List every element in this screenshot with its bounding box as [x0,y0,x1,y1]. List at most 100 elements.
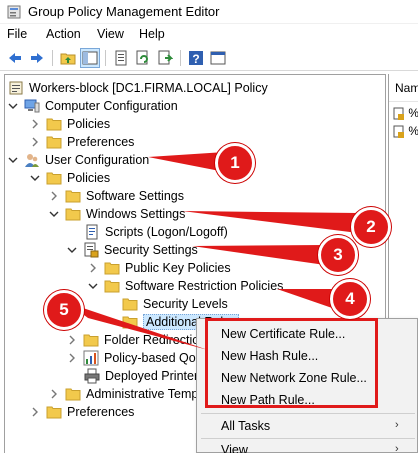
folder-icon [104,278,120,294]
tree-node-label: Workers-block [DC1.FIRMA.LOCAL] Policy [29,81,268,95]
menu-view[interactable]: View [97,27,124,41]
up-folder-icon[interactable] [58,48,78,68]
tree-node-user-configuration[interactable]: User Configuration [8,151,149,169]
tree-node-label: Deployed Printers [105,369,205,383]
folder-icon [46,404,62,420]
tree-node-label: Computer Configuration [45,99,178,113]
rule-icon [393,125,404,138]
tree-node-label: Public Key Policies [125,261,231,275]
tree-node-security-levels[interactable]: Security Levels [122,295,228,313]
script-icon [84,224,100,240]
tree-node-label: Security Levels [143,297,228,311]
tree-node-policy-root[interactable]: Workers-block [DC1.FIRMA.LOCAL] Policy [8,79,268,97]
chevron-down-icon[interactable] [67,245,77,255]
folder-icon [122,314,138,330]
folder-icon [46,170,62,186]
tree-node-label: Scripts (Logon/Logoff) [105,225,228,239]
gpo-scroll-icon [8,80,24,96]
tree-node-windows-settings[interactable]: Windows Settings [49,205,185,223]
forward-arrow-icon[interactable] [27,48,47,68]
rule-icon [393,107,404,120]
folder-icon [65,206,81,222]
list-item[interactable]: % [393,124,418,140]
toolbar-separator [180,50,181,66]
menu-file[interactable]: File [7,27,27,41]
chevron-right-icon: › [395,419,399,431]
folder-icon [83,332,99,348]
tree-node-label: Security Settings [104,243,198,257]
chevron-right-icon[interactable] [67,335,77,345]
tree-node-user-policies[interactable]: Policies [30,169,110,187]
tree-node-label: Folder Redirection [104,333,207,347]
menu-bar: File Action View Help [0,24,418,45]
help-icon[interactable]: ? [186,48,206,68]
tree-node-computer-configuration[interactable]: Computer Configuration [8,97,178,115]
console-icon[interactable] [208,48,228,68]
tree-node-label: Preferences [67,405,135,419]
properties-icon[interactable] [111,48,131,68]
tree-node-software-restriction-policies[interactable]: Software Restriction Policies [88,277,283,295]
tree-node-label: Policies [67,117,111,131]
tree-node-computer-policies[interactable]: Policies [30,115,110,133]
toolbar-separator [105,50,106,66]
chevron-right-icon: › [395,443,399,453]
chevron-right-icon[interactable] [88,263,98,273]
svg-text:?: ? [192,52,199,66]
chevron-down-icon[interactable] [8,101,18,111]
folder-icon [65,386,81,402]
back-arrow-icon[interactable] [5,48,25,68]
chevron-right-icon[interactable] [30,119,40,129]
tree-node-label: Preferences [67,135,135,149]
folder-icon [122,296,138,312]
export-list-icon[interactable] [155,48,175,68]
chevron-right-icon[interactable] [49,389,59,399]
title-bar: Group Policy Management Editor [0,0,418,24]
computer-icon [24,98,40,114]
callout-badge-5: 5 [44,290,84,330]
folder-icon [46,116,62,132]
refresh-icon[interactable] [133,48,153,68]
column-header-label: Nam [395,81,418,95]
menu-item-all-tasks[interactable]: All Tasks [221,419,270,433]
callout-badge-1: 1 [215,143,255,183]
chart-icon [83,350,99,366]
chevron-right-icon[interactable] [67,353,77,363]
chevron-down-icon[interactable] [88,281,98,291]
menu-action[interactable]: Action [46,27,81,41]
list-item-label: % [408,106,418,120]
chevron-down-icon[interactable] [49,209,59,219]
callout-badge-3: 3 [318,235,358,275]
show-hide-tree-icon[interactable] [80,48,100,68]
tree-node-folder-redirection[interactable]: Folder Redirection [67,331,206,349]
chevron-right-icon[interactable] [30,137,40,147]
chevron-right-icon[interactable] [49,191,59,201]
tree-node-deployed-printers[interactable]: Deployed Printers [84,367,204,385]
chevron-down-icon[interactable] [8,155,18,165]
chevron-right-icon[interactable] [30,407,40,417]
toolbar: ? [0,45,418,71]
menu-item-view[interactable]: View [221,443,248,453]
folder-icon [65,188,81,204]
tree-node-label: Policy-based QoS [104,351,205,365]
chevron-down-icon[interactable] [30,173,40,183]
callout-badge-4: 4 [330,279,370,319]
list-item[interactable]: % [393,106,418,122]
tree-node-computer-preferences[interactable]: Preferences [30,133,134,151]
tree-node-scripts[interactable]: Scripts (Logon/Logoff) [84,223,228,241]
menu-separator [201,413,415,414]
tree-node-security-settings[interactable]: Security Settings [67,241,198,259]
list-item-label: % [408,124,418,138]
tree-node-user-preferences[interactable]: Preferences [30,403,134,421]
folder-icon [46,134,62,150]
menu-help[interactable]: Help [139,27,165,41]
users-icon [24,152,40,168]
security-icon [83,242,99,258]
tree-node-policy-based-qos[interactable]: Policy-based QoS [67,349,204,367]
tree-node-label: Software Settings [86,189,184,203]
tree-node-software-settings[interactable]: Software Settings [49,187,184,205]
tree-node-label: Policies [67,171,111,185]
column-header-name[interactable]: Nam [389,74,418,102]
tree-node-public-key-policies[interactable]: Public Key Policies [88,259,231,277]
callout-badge-2: 2 [351,207,391,247]
window-title: Group Policy Management Editor [28,4,220,19]
